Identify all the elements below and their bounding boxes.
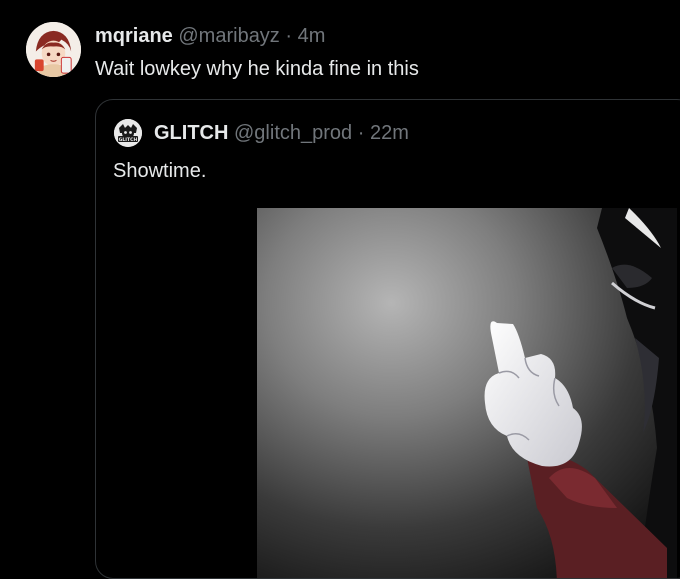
user-display-name[interactable]: mqriane [95, 25, 173, 47]
tweet-text: Wait lowkey why he kinda fine in this [95, 58, 419, 80]
quoted-handle: @glitch_prod [234, 122, 353, 144]
quoted-separator-dot: · [357, 122, 365, 144]
tweet-timestamp[interactable]: 4m [298, 25, 326, 47]
avatar-image [26, 22, 81, 77]
media-image-art [257, 208, 677, 578]
quoted-tweet-text: Showtime. [113, 160, 207, 182]
quoted-tweet-card[interactable]: GLITCH GLITCH @glitch_prod · 22m Showtim… [95, 99, 680, 579]
tweet-header: mqriane @maribayz · 4m [95, 24, 325, 48]
glitch-logo-icon: GLITCH [114, 119, 142, 147]
quoted-display-name: GLITCH [154, 122, 229, 144]
user-handle[interactable]: @maribayz [178, 25, 279, 47]
quoted-user-avatar: GLITCH [114, 119, 142, 147]
user-avatar[interactable] [26, 22, 81, 77]
glitch-logo-text: GLITCH [119, 137, 138, 143]
tweet[interactable]: mqriane @maribayz · 4m Wait lowkey why h… [0, 0, 680, 579]
quoted-tweet-header: GLITCH @glitch_prod · 22m [154, 121, 409, 145]
quoted-timestamp: 22m [369, 122, 409, 144]
separator-dot: · [285, 25, 293, 47]
quoted-media-image[interactable] [257, 208, 677, 578]
